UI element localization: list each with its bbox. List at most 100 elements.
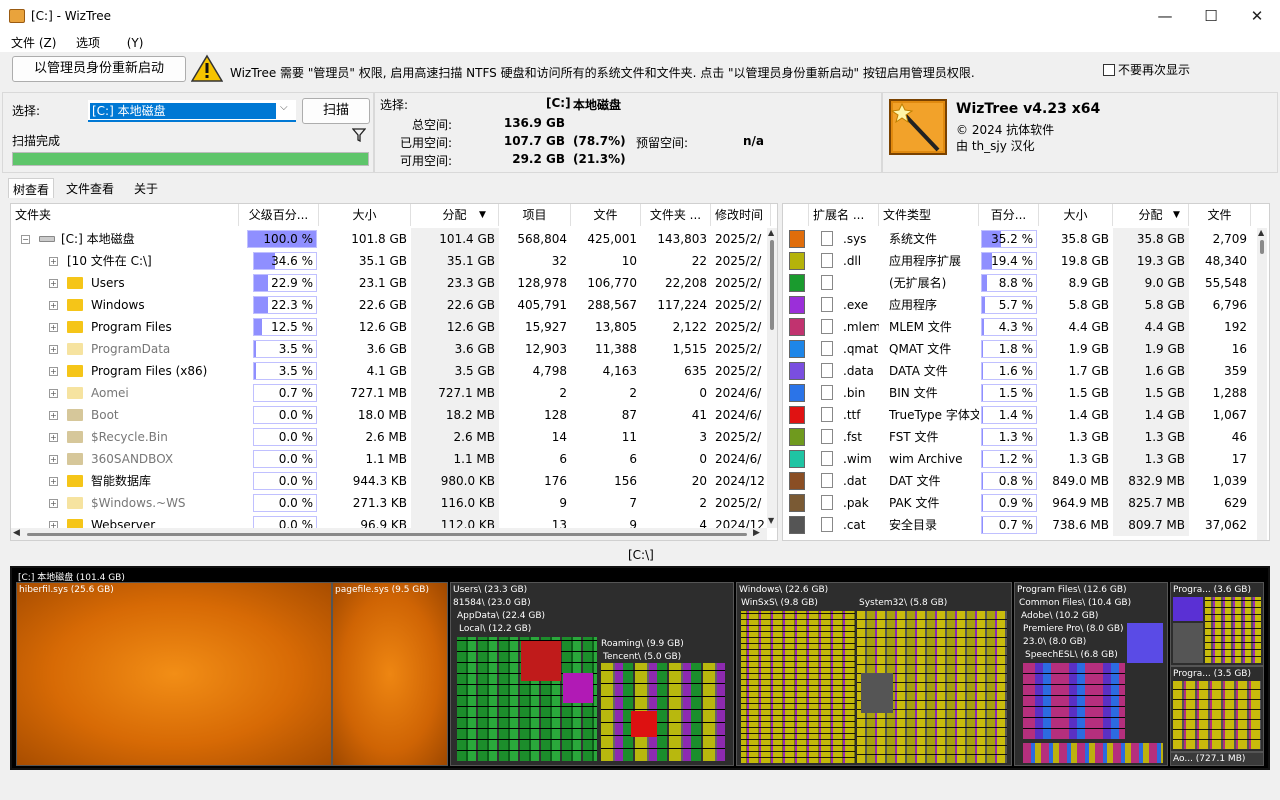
ext-row[interactable]: .ttf TrueType 字体文 1.4 % 1.4 GB 1.4 GB 1,067 xyxy=(783,404,1253,426)
ext-row[interactable]: .bin BIN 文件 1.5 % 1.5 GB 1.5 GB 1,288 xyxy=(783,382,1253,404)
tree-header-4[interactable]: 项目 xyxy=(499,204,571,226)
tree-expander-icon[interactable]: + xyxy=(49,499,58,508)
tm-aomei[interactable]: Ao... (727.1 MB) xyxy=(1170,752,1264,766)
ext-header-1[interactable]: 文件类型 xyxy=(879,204,979,226)
ext-vertical-scrollbar[interactable]: ▲ xyxy=(1257,228,1267,540)
tm-program-files[interactable]: Program Files\ (12.6 GB) Common Files\ (… xyxy=(1014,582,1168,766)
tree-row[interactable]: +360SANDBOX 0.0 % 1.1 MB 1.1 MB 6 6 0 2024/6/ xyxy=(11,448,767,470)
filter-icon[interactable] xyxy=(352,128,366,142)
tab-about[interactable]: 关于 xyxy=(130,178,162,198)
tree-header-0[interactable]: 文件夹 xyxy=(11,204,239,226)
tm-windows[interactable]: Windows\ (22.6 GB) WinSxS\ (9.8 GB) Syst… xyxy=(736,582,1012,766)
tm-progra1[interactable]: Progra... (3.6 GB) xyxy=(1170,582,1264,666)
maximize-button[interactable]: ☐ xyxy=(1188,0,1234,32)
tree-expander-icon[interactable]: + xyxy=(49,345,58,354)
ext-row[interactable]: .sys 系统文件 35.2 % 35.8 GB 35.8 GB 2,709 xyxy=(783,228,1253,250)
ext-row[interactable]: .data DATA 文件 1.6 % 1.7 GB 1.6 GB 359 xyxy=(783,360,1253,382)
drive-dropdown[interactable]: [C:] 本地磁盘 ⌵ xyxy=(88,100,296,122)
tree-row[interactable]: + ProgramData 3.5 % 3.6 GB 3.6 GB 12,903 11,38… xyxy=(11,338,767,360)
menu-options[interactable]: 选项 (Y) xyxy=(76,34,143,51)
tree-row[interactable]: + Program Files 12.5 % 12.6 GB 12.6 GB 15,927… xyxy=(11,316,767,338)
tree-header-1[interactable]: 父级百分... xyxy=(239,204,319,226)
tm-magenta-block[interactable] xyxy=(563,673,593,703)
tm-progra1-yellow[interactable] xyxy=(1205,597,1261,663)
checkbox-box[interactable] xyxy=(1103,64,1115,76)
ext-row[interactable]: .dll 应用程序扩展 19.4 % 19.8 GB 19.3 GB 48,340 xyxy=(783,250,1253,272)
tree-row[interactable]: + [10 文件在 C:\] 34.6 % 35.1 GB 35.1 GB 32 10 22 2… xyxy=(11,250,767,272)
tree-vertical-scrollbar[interactable]: ▲ ▼ xyxy=(767,228,777,528)
close-button[interactable]: ✕ xyxy=(1234,0,1280,32)
tree-row[interactable]: + Users 22.9 % 23.1 GB 23.3 GB 128,978 106,770… xyxy=(11,272,767,294)
tree-expander-icon[interactable]: − xyxy=(21,235,30,244)
tm-roaming-block[interactable] xyxy=(601,663,725,761)
menu-file[interactable]: 文件 (Z) xyxy=(11,34,56,51)
dont-show-again-checkbox[interactable]: 不要再次显示 xyxy=(1103,61,1190,78)
tree-hscroll-thumb[interactable] xyxy=(27,533,747,536)
ext-header-2[interactable]: 百分... xyxy=(979,204,1039,226)
tree-expander-icon[interactable]: + xyxy=(49,433,58,442)
tree-row[interactable]: − [C:] 本地磁盘 100.0 % 101.8 GB 101.4 GB 568,804… xyxy=(11,228,767,250)
tree-header-2[interactable]: 大小 xyxy=(319,204,411,226)
tree-row[interactable]: + $Windows.~WS 0.0 % 271.3 KB 116.0 KB 9 7 2 202… xyxy=(11,492,767,514)
tm-progra2-block[interactable] xyxy=(1173,681,1261,749)
tree-header-5[interactable]: 文件 xyxy=(571,204,641,226)
tree-header-6[interactable]: 文件夹 ... xyxy=(641,204,711,226)
tm-progra1-purple[interactable] xyxy=(1173,597,1203,621)
ext-row[interactable]: .fst FST 文件 1.3 % 1.3 GB 1.3 GB 46 xyxy=(783,426,1253,448)
tm-progra2[interactable]: Progra... (3.5 GB) xyxy=(1170,666,1264,752)
tree-expander-icon[interactable]: + xyxy=(49,477,58,486)
tab-file-view[interactable]: 文件查看 xyxy=(62,178,118,198)
ext-row[interactable]: .cat 安全目录 0.7 % 738.6 MB 809.7 MB 37,062 xyxy=(783,514,1253,536)
tree-row[interactable]: + 智能数据库 0.0 % 944.3 KB 980.0 KB 176 156 20 2024/… xyxy=(11,470,767,492)
tree-expander-icon[interactable]: + xyxy=(49,455,58,464)
tm-winsxs-block[interactable] xyxy=(741,611,855,763)
treemap[interactable]: [C:] 本地磁盘 (101.4 GB) hiberfil.sys (25.6 … xyxy=(10,566,1270,770)
tree-row[interactable]: + $Recycle.Bin 0.0 % 2.6 MB 2.6 MB 14 11 3 2025/… xyxy=(11,426,767,448)
tree-scroll-thumb[interactable] xyxy=(770,240,774,330)
ext-color-header[interactable] xyxy=(783,204,809,226)
scan-button[interactable]: 扫描 xyxy=(302,98,370,124)
tree-expander-icon[interactable]: + xyxy=(49,411,58,420)
tree-header-7[interactable]: 修改时间 xyxy=(711,204,771,226)
scroll-right-icon[interactable]: ▶ xyxy=(753,528,760,538)
tree-row[interactable]: + Aomei 0.7 % 727.1 MB 727.1 MB 2 2 0 2024/6/ xyxy=(11,382,767,404)
tree-row[interactable]: + Boot 0.0 % 18.0 MB 18.2 MB 128 87 41 2024/6/ xyxy=(11,404,767,426)
ext-row[interactable]: .exe 应用程序 5.7 % 5.8 GB 5.8 GB 6,796 xyxy=(783,294,1253,316)
tree-expander-icon[interactable]: + xyxy=(49,323,58,332)
tm-progra1-gray[interactable] xyxy=(1173,623,1203,663)
ext-scroll-thumb[interactable] xyxy=(1260,240,1264,254)
ext-header-0[interactable]: 扩展名 ... xyxy=(809,204,879,226)
scroll-left-icon[interactable]: ◀ xyxy=(13,528,20,538)
tm-red-block[interactable] xyxy=(521,641,561,681)
tm-purple-block[interactable] xyxy=(1127,623,1163,663)
tm-users[interactable]: Users\ (23.3 GB) 81584\ (23.0 GB) AppDat… xyxy=(450,582,734,766)
tree-expander-icon[interactable]: + xyxy=(49,257,58,266)
tree-expander-icon[interactable]: + xyxy=(49,301,58,310)
ext-row[interactable]: .mlem MLEM 文件 4.3 % 4.4 GB 4.4 GB 192 xyxy=(783,316,1253,338)
ext-header-3[interactable]: 大小 xyxy=(1039,204,1113,226)
tree-expander-icon[interactable]: + xyxy=(49,367,58,376)
tree-expander-icon[interactable]: + xyxy=(49,279,58,288)
minimize-button[interactable]: — xyxy=(1142,0,1188,32)
tree-horizontal-scrollbar[interactable]: ◀ ▶ xyxy=(11,528,767,540)
tm-pagefile[interactable]: pagefile.sys (9.5 GB) xyxy=(332,582,448,766)
restart-as-admin-button[interactable]: 以管理员身份重新启动 xyxy=(12,56,186,82)
scroll-up-icon[interactable]: ▲ xyxy=(768,228,774,237)
tree-row[interactable]: + Webserver 0.0 % 96.9 KB 112.0 KB 13 9 4 2024/1… xyxy=(11,514,767,528)
ext-row[interactable]: (无扩展名) 8.8 % 8.9 GB 9.0 GB 55,548 xyxy=(783,272,1253,294)
tm-red-block-2[interactable] xyxy=(631,711,657,737)
ext-row[interactable]: .qmat QMAT 文件 1.8 % 1.9 GB 1.9 GB 16 xyxy=(783,338,1253,360)
ext-scroll-up-icon[interactable]: ▲ xyxy=(1258,228,1264,237)
tree-row[interactable]: + Program Files (x86) 3.5 % 4.1 GB 3.5 GB 4,7… xyxy=(11,360,767,382)
ext-row[interactable]: .wim wim Archive 1.2 % 1.3 GB 1.3 GB 17 xyxy=(783,448,1253,470)
ext-row[interactable]: .dat DAT 文件 0.8 % 849.0 MB 832.9 MB 1,039 xyxy=(783,470,1253,492)
tree-row[interactable]: + Windows 22.3 % 22.6 GB 22.6 GB 405,791 288,5… xyxy=(11,294,767,316)
tm-speechesl-block[interactable] xyxy=(1023,663,1125,739)
ext-row[interactable]: .pak PAK 文件 0.9 % 964.9 MB 825.7 MB 629 xyxy=(783,492,1253,514)
scroll-down-icon[interactable]: ▼ xyxy=(768,516,774,525)
tree-expander-icon[interactable]: + xyxy=(49,389,58,398)
tm-gray-block[interactable] xyxy=(861,673,893,713)
tm-pf-bottom-block[interactable] xyxy=(1023,743,1163,763)
tree-expander-icon[interactable]: + xyxy=(49,521,58,528)
tm-hiberfil[interactable]: hiberfil.sys (25.6 GB) xyxy=(16,582,332,766)
